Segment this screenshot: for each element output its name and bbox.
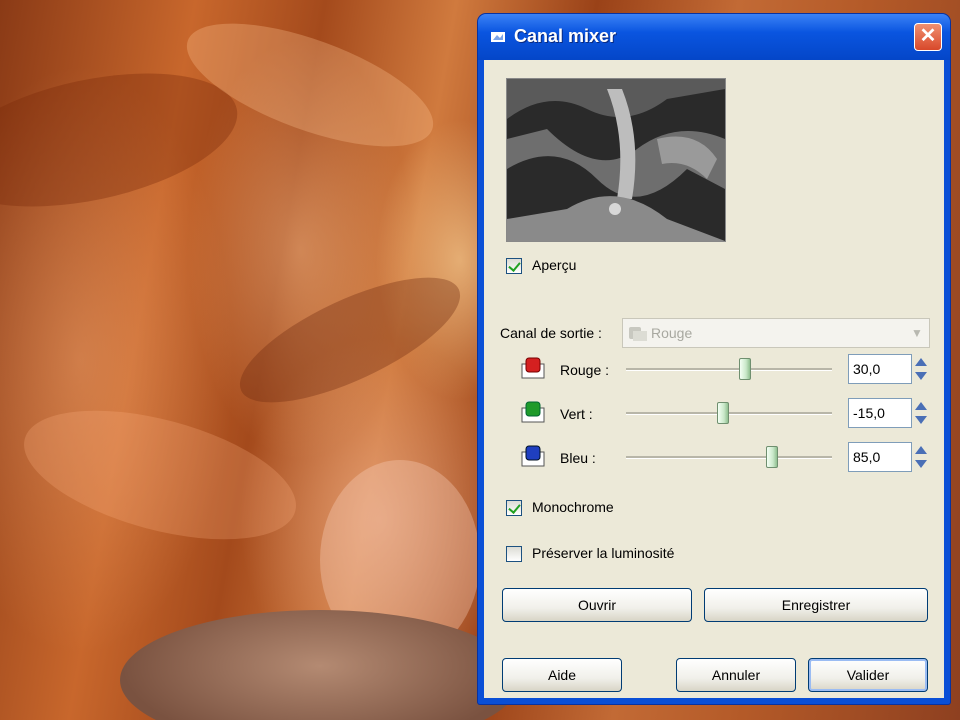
blue-value-input[interactable]: 85,0	[848, 442, 912, 472]
monochrome-label: Monochrome	[532, 499, 614, 515]
blue-channel-label: Bleu :	[560, 450, 596, 466]
blue-spin-buttons[interactable]	[914, 442, 928, 472]
blue-slider-track[interactable]	[626, 456, 832, 459]
help-button[interactable]: Aide	[502, 658, 622, 692]
output-channel-value: Rouge	[651, 325, 693, 341]
green-spin-buttons[interactable]	[914, 398, 928, 428]
app-icon	[491, 32, 505, 42]
preview-thumbnail	[506, 78, 726, 242]
canal-mixer-dialog: Canal mixer ✕ Aperçu Canal de sortie : R…	[478, 14, 950, 704]
green-slider-thumb[interactable]	[716, 402, 729, 424]
open-button[interactable]: Ouvrir	[502, 588, 692, 622]
preview-checkbox[interactable]	[506, 258, 522, 274]
channel-select-icon	[629, 327, 647, 341]
red-spin-buttons[interactable]	[914, 354, 928, 384]
green-channel-label: Vert :	[560, 406, 593, 422]
cancel-button[interactable]: Annuler	[676, 658, 796, 692]
blue-slider-thumb[interactable]	[766, 446, 779, 468]
red-value-input[interactable]: 30,0	[848, 354, 912, 384]
ok-button[interactable]: Valider	[808, 658, 928, 692]
monochrome-checkbox[interactable]	[506, 500, 522, 516]
chevron-down-icon: ▼	[911, 326, 923, 340]
window-title: Canal mixer	[514, 26, 617, 46]
green-value-input[interactable]: -15,0	[848, 398, 912, 428]
red-channel-label: Rouge :	[560, 362, 610, 378]
green-channel-icon	[521, 401, 545, 423]
output-channel-select[interactable]: Rouge ▼	[622, 318, 930, 348]
preserve-luminosity-checkbox[interactable]	[506, 546, 522, 562]
close-button[interactable]: ✕	[914, 23, 942, 51]
save-button[interactable]: Enregistrer	[704, 588, 928, 622]
red-slider-thumb[interactable]	[739, 358, 752, 380]
title-bar[interactable]: Canal mixer ✕	[478, 14, 950, 60]
red-channel-icon	[521, 357, 545, 379]
preserve-luminosity-label: Préserver la luminosité	[532, 545, 675, 561]
red-slider-track[interactable]	[626, 368, 832, 371]
preview-image	[507, 79, 725, 241]
blue-channel-icon	[521, 445, 545, 467]
dialog-body: Aperçu Canal de sortie : Rouge ▼ Rouge :…	[484, 60, 944, 698]
green-slider-track[interactable]	[626, 412, 832, 415]
output-channel-label: Canal de sortie :	[500, 325, 602, 341]
preview-label: Aperçu	[532, 257, 577, 273]
